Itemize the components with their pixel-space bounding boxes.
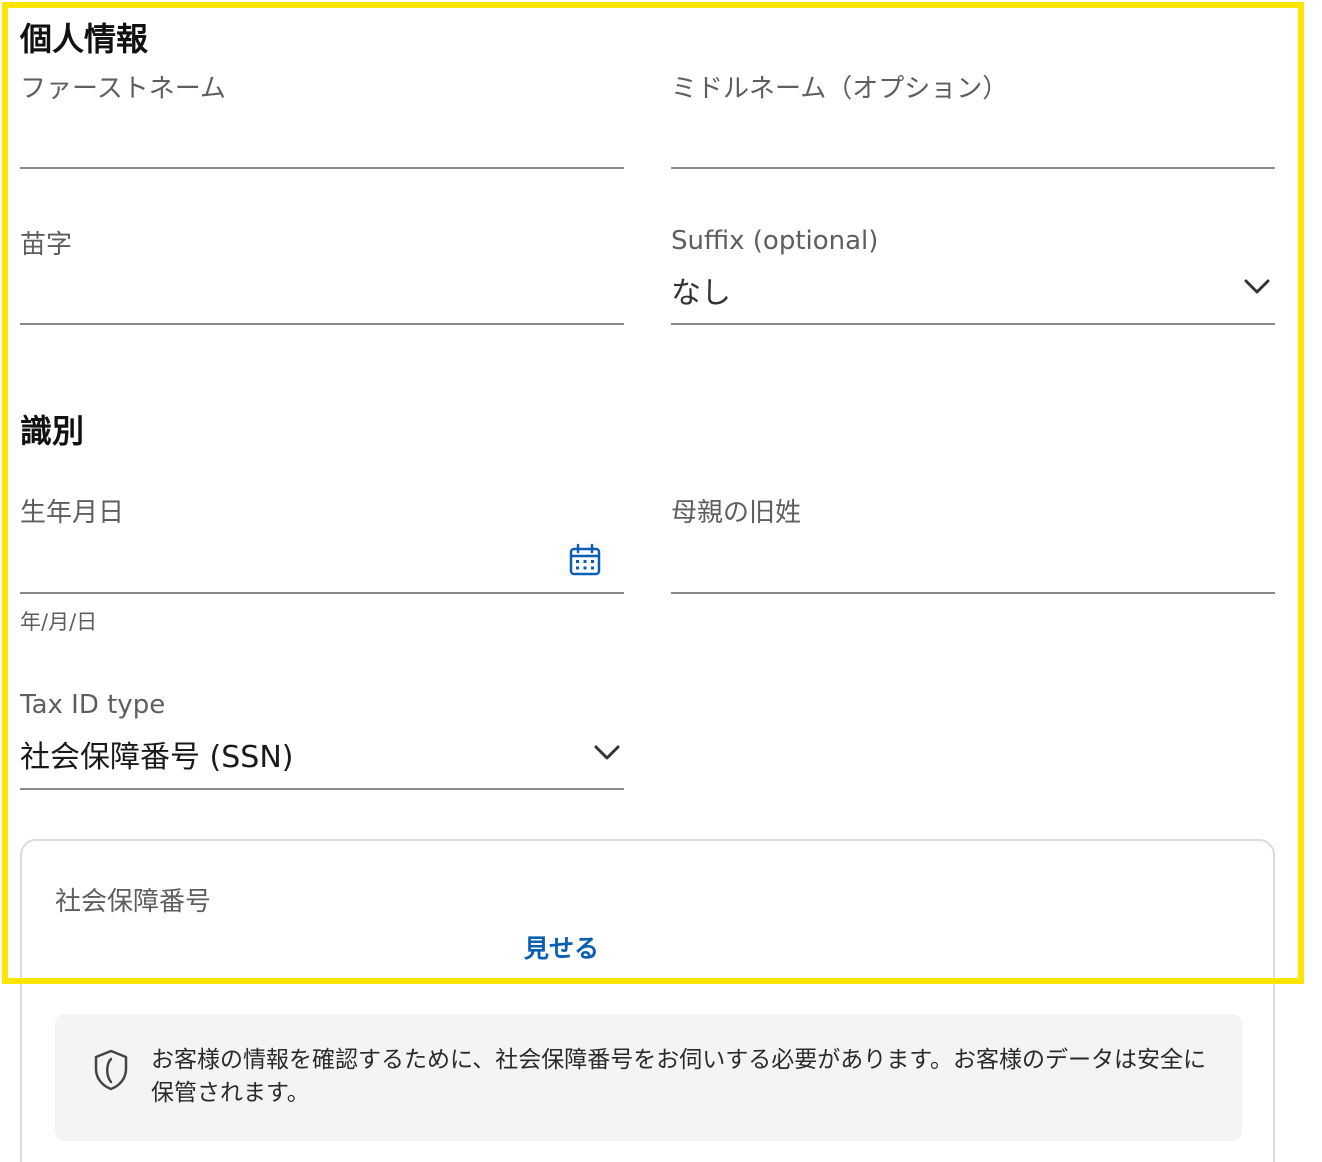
section-title-identification: 識別 [20,412,85,450]
tax-id-type-selected-value: 社会保障番号 (SSN) [20,740,294,775]
first-name-underline [20,167,624,169]
middle-name-label: ミドルネーム（オプション） [671,74,1009,104]
first-name-label: ファーストネーム [20,74,226,104]
ssn-notice-text: お客様の情報を確認するために、社会保障番号をお伺いする必要があります。お客様のデ… [151,1047,1207,1106]
middle-name-underline [671,167,1275,169]
chevron-down-icon [1244,279,1270,294]
tax-id-type-select[interactable]: Tax ID type 社会保障番号 (SSN) [20,690,624,794]
dob-label: 生年月日 [20,498,125,528]
first-name-field[interactable]: ファーストネーム [20,68,624,172]
tax-id-type-underline [20,788,624,790]
maiden-name-field[interactable]: 母親の旧姓 [671,492,1275,596]
middle-name-field[interactable]: ミドルネーム（オプション） [671,68,1275,172]
suffix-underline [671,323,1275,325]
last-name-label: 苗字 [20,230,73,260]
chevron-down-icon [594,745,620,760]
dob-format-hint: 年/月/日 [20,610,98,634]
maiden-name-label: 母親の旧姓 [671,498,802,528]
last-name-field[interactable]: 苗字 [20,224,624,328]
section-title-personal-info: 個人情報 [20,20,149,58]
ssn-security-notice: お客様の情報を確認するために、社会保障番号をお伺いする必要があります。お客様のデ… [55,1014,1242,1141]
shield-icon [94,1049,128,1091]
dob-underline [20,592,624,594]
page: 個人情報 ファーストネーム ミドルネーム（オプション） 苗字 Suffix (o… [0,0,1322,1162]
tax-id-type-label: Tax ID type [20,690,166,720]
ssn-label: 社会保障番号 [55,887,212,917]
maiden-name-underline [671,592,1275,594]
suffix-label: Suffix (optional) [671,226,879,256]
last-name-underline [20,323,624,325]
dob-field[interactable]: 生年月日 [20,492,624,596]
show-ssn-button[interactable]: 見せる [524,929,599,965]
ssn-card: 社会保障番号 見せる お客様の情報を確認するために、社会保障番号をお伺いする必要… [20,839,1275,1162]
suffix-select[interactable]: Suffix (optional) なし [671,224,1275,328]
calendar-icon[interactable] [568,543,602,577]
suffix-selected-value: なし [671,276,731,311]
